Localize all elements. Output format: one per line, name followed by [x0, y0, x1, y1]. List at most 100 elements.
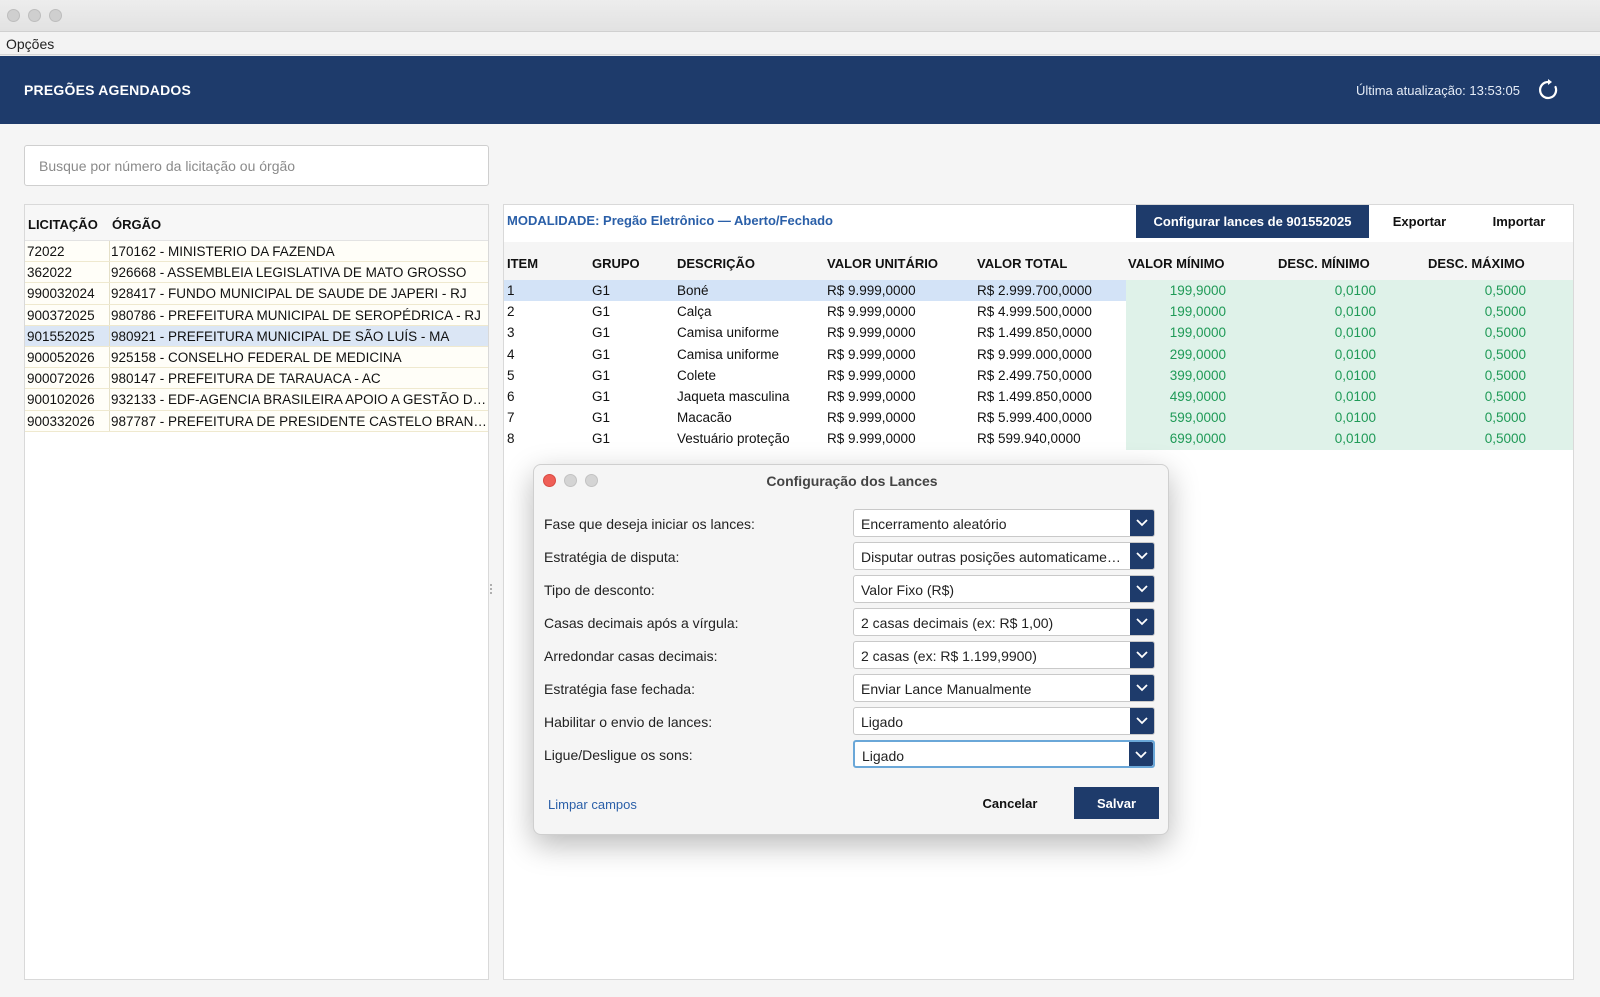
- licitacao-row[interactable]: 900102026 932133 - EDF-AGENCIA BRASILEIRA…: [25, 389, 488, 411]
- cell-valor-total: R$ 2.499.750,0000: [977, 367, 1092, 383]
- licitacao-row[interactable]: 900072026 980147 - PREFEITURA DE TARAUACA…: [25, 368, 488, 390]
- item-row[interactable]: 8 G1 Vestuário proteção R$ 9.999,0000 R$ 599…: [504, 428, 1573, 450]
- field-label: Arredondar casas decimais:: [544, 648, 718, 664]
- column-header-orgao[interactable]: ÓRGÃO: [112, 217, 161, 232]
- window-titlebar: [0, 0, 1600, 32]
- chevron-down-icon[interactable]: [1130, 609, 1154, 635]
- licitacao-numero: 362022: [27, 265, 73, 281]
- licitacao-row[interactable]: 900052026 925158 - CONSELHO FEDERAL DE ME…: [25, 346, 488, 369]
- chevron-down-icon[interactable]: [1130, 708, 1154, 734]
- cell-desc-maximo: 0,5000: [1484, 431, 1526, 447]
- cell-desc-maximo: 0,5000: [1484, 283, 1526, 298]
- chevron-down-icon[interactable]: [1130, 510, 1154, 536]
- licitacao-row[interactable]: 900372025 980786 - PREFEITURA MUNICIPAL D…: [25, 304, 488, 326]
- licitacoes-table: LICITAÇÃO ÓRGÃO 72022 170162 - MINISTERIO…: [24, 204, 489, 980]
- field-select[interactable]: Enviar Lance Manualmente: [853, 674, 1155, 702]
- search-input[interactable]: [24, 145, 489, 186]
- item-row[interactable]: 4 G1 Camisa uniforme R$ 9.999,0000 R$ 9.999.…: [504, 343, 1573, 365]
- cell-desc-minimo: 0,0100: [1334, 304, 1376, 320]
- licitacao-numero: 900372025: [27, 307, 95, 323]
- chevron-down-icon[interactable]: [1130, 576, 1154, 602]
- cell-grupo: G1: [592, 431, 611, 447]
- column-header-item[interactable]: ITEM: [507, 256, 538, 271]
- column-divider: [109, 410, 110, 431]
- item-row[interactable]: 1 G1 Boné R$ 9.999,0000 R$ 2.999.700,0000 199…: [504, 280, 1573, 302]
- cell-valor-unitario: R$ 9.999,0000: [827, 367, 916, 383]
- cell-desc-minimo: 0,0100: [1334, 389, 1376, 404]
- licitacao-numero: 900052026: [27, 349, 95, 365]
- configure-bids-button[interactable]: Configurar lances de 901552025: [1136, 205, 1369, 238]
- field-select[interactable]: 2 casas (ex: R$ 1.199,9900): [853, 641, 1155, 669]
- cell-desc-maximo: 0,5000: [1484, 367, 1526, 383]
- field-value: Encerramento aleatório: [861, 516, 1007, 532]
- licitacao-numero: 901552025: [27, 328, 95, 344]
- cancel-button[interactable]: Cancelar: [970, 787, 1050, 819]
- cell-valor-total: R$ 599.940,0000: [977, 431, 1081, 447]
- chevron-down-icon[interactable]: [1130, 543, 1154, 569]
- column-header-licitacao[interactable]: LICITAÇÃO: [28, 217, 98, 232]
- cell-grupo: G1: [592, 304, 611, 320]
- licitacao-row[interactable]: 362022 926668 - ASSEMBLEIA LEGISLATIVA DE…: [25, 262, 488, 284]
- chevron-down-icon[interactable]: [1129, 742, 1153, 766]
- cell-desc-maximo: 0,5000: [1484, 304, 1526, 320]
- cell-valor-unitario: R$ 9.999,0000: [827, 283, 916, 298]
- item-row[interactable]: 3 G1 Camisa uniforme R$ 9.999,0000 R$ 1.499.…: [504, 322, 1573, 344]
- import-button[interactable]: Importar: [1469, 205, 1569, 238]
- panel-splitter-handle[interactable]: [489, 582, 493, 598]
- window-minimize-button[interactable]: [28, 9, 41, 22]
- column-header-valor-total[interactable]: VALOR TOTAL: [977, 256, 1067, 271]
- cell-desc-maximo: 0,5000: [1484, 325, 1526, 341]
- column-divider: [109, 346, 110, 368]
- cell-valor-total: R$ 4.999.500,0000: [977, 304, 1092, 320]
- field-select[interactable]: Encerramento aleatório: [853, 509, 1155, 537]
- field-label: Ligue/Desligue os sons:: [544, 747, 693, 763]
- licitacao-row[interactable]: 72022 170162 - MINISTERIO DA FAZENDA: [25, 241, 488, 263]
- column-header-valor-minimo[interactable]: VALOR MÍNIMO: [1128, 256, 1225, 271]
- field-label: Estratégia fase fechada:: [544, 681, 695, 697]
- window-zoom-button[interactable]: [49, 9, 62, 22]
- column-divider: [109, 262, 110, 283]
- cell-item: 7: [507, 410, 515, 426]
- field-select[interactable]: Disputar outras posições automaticamente: [853, 542, 1155, 570]
- field-label: Estratégia de disputa:: [544, 549, 680, 565]
- column-header-grupo[interactable]: GRUPO: [592, 256, 640, 271]
- cell-desc-minimo: 0,0100: [1334, 367, 1376, 383]
- cell-desc-minimo: 0,0100: [1334, 325, 1376, 341]
- item-row[interactable]: 6 G1 Jaqueta masculina R$ 9.999,0000 R$ 1.49…: [504, 386, 1573, 408]
- column-header-desc-minimo[interactable]: DESC. MÍNIMO: [1278, 256, 1370, 271]
- window-close-button[interactable]: [7, 9, 20, 22]
- licitacao-row[interactable]: 900332026 987787 - PREFEITURA DE PRESIDEN…: [25, 410, 488, 432]
- field-label: Casas decimais após a vírgula:: [544, 615, 739, 631]
- field-value: Ligado: [862, 748, 905, 764]
- menu-bar: Opções: [0, 32, 1600, 55]
- licitacao-orgao: 980921 - PREFEITURA MUNICIPAL DE SÃO LUÍ…: [111, 328, 450, 344]
- licitacoes-table-body: 72022 170162 - MINISTERIO DA FAZENDA 36202…: [25, 241, 488, 432]
- clear-fields-link[interactable]: Limpar campos: [548, 797, 637, 812]
- licitacao-orgao: 980147 - PREFEITURA DE TARAUACA - AC: [111, 371, 381, 387]
- chevron-down-icon[interactable]: [1130, 642, 1154, 668]
- export-button[interactable]: Exportar: [1372, 205, 1467, 238]
- licitacao-row[interactable]: 990032024 928417 - FUNDO MUNICIPAL DE SAU…: [25, 283, 488, 305]
- field-select[interactable]: Valor Fixo (R$): [853, 575, 1155, 603]
- licitacao-row[interactable]: 901552025 980921 - PREFEITURA MUNICIPAL D…: [25, 325, 488, 347]
- cell-descricao: Camisa uniforme: [677, 325, 780, 341]
- item-row[interactable]: 2 G1 Calça R$ 9.999,0000 R$ 4.999.500,0000 19…: [504, 301, 1573, 323]
- item-row[interactable]: 7 G1 Macacão R$ 9.999,0000 R$ 5.999.400,0000…: [504, 407, 1573, 429]
- chevron-down-icon[interactable]: [1130, 675, 1154, 701]
- column-header-desc-maximo[interactable]: DESC. MÁXIMO: [1428, 256, 1525, 271]
- cell-valor-total: R$ 1.499.850,0000: [977, 325, 1092, 341]
- menu-opcoes[interactable]: Opções: [6, 36, 54, 52]
- column-divider: [109, 325, 110, 346]
- column-header-valor-unitario[interactable]: VALOR UNITÁRIO: [827, 256, 938, 271]
- field-value: Enviar Lance Manualmente: [861, 681, 1032, 697]
- item-row[interactable]: 5 G1 Colete R$ 9.999,0000 R$ 2.499.750,0000 3…: [504, 364, 1573, 386]
- column-divider: [109, 389, 110, 410]
- refresh-icon[interactable]: [1536, 78, 1560, 102]
- field-select[interactable]: 2 casas decimais (ex: R$ 1,00): [853, 608, 1155, 636]
- save-button[interactable]: Salvar: [1074, 787, 1159, 819]
- field-select[interactable]: Ligado: [853, 740, 1155, 768]
- cell-desc-minimo: 0,0100: [1334, 410, 1376, 426]
- column-header-descricao[interactable]: DESCRIÇÃO: [677, 256, 755, 271]
- cell-valor-unitario: R$ 9.999,0000: [827, 410, 916, 426]
- field-select[interactable]: Ligado: [853, 707, 1155, 735]
